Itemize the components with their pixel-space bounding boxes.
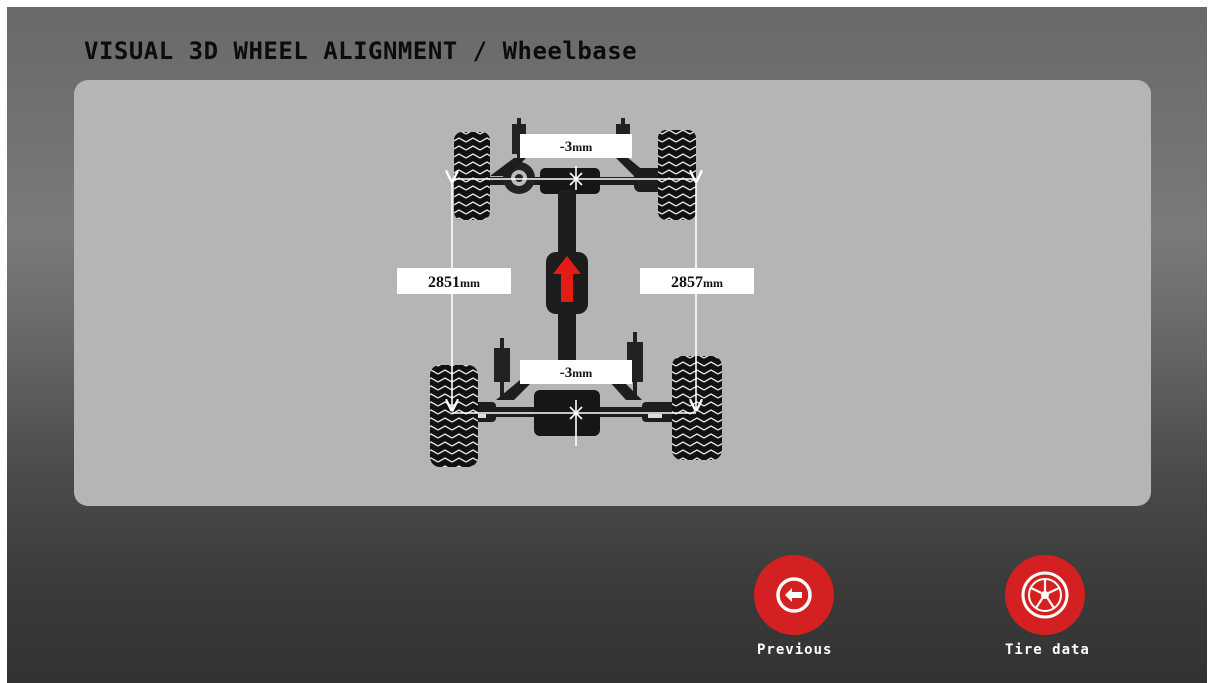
right-wheelbase-label: 2857mm: [640, 268, 754, 294]
page-title: VISUAL 3D WHEEL ALIGNMENT / Wheelbase: [84, 37, 638, 65]
svg-text:2851mm: 2851mm: [428, 274, 480, 291]
svg-text:2857mm: 2857mm: [671, 274, 723, 291]
front-offset-label: -3mm: [520, 134, 632, 158]
svg-text:-3mm: -3mm: [560, 139, 593, 155]
svg-text:-3mm: -3mm: [560, 365, 593, 381]
left-wheelbase-label: 2851mm: [397, 268, 511, 294]
alignment-screen: VISUAL 3D WHEEL ALIGNMENT / Wheelbase -3…: [7, 7, 1207, 683]
previous-label[interactable]: Previous: [757, 642, 832, 658]
wheel-rim-icon: [1021, 571, 1069, 619]
rear-left-spring: [494, 338, 510, 398]
front-right-tire: [658, 130, 696, 220]
tire-data-label[interactable]: Tire data: [1005, 642, 1090, 658]
rear-left-tire: [430, 365, 478, 467]
arrow-left-circle-icon: [776, 577, 812, 613]
tire-data-button[interactable]: [1005, 555, 1085, 635]
rear-right-tire: [672, 356, 722, 460]
wheelbase-panel: -3mm -3mm 2851mm 2857mm: [74, 80, 1151, 506]
chassis-diagram: -3mm -3mm 2851mm 2857mm: [397, 118, 754, 467]
rear-offset-label: -3mm: [520, 360, 632, 384]
front-left-tire: [454, 132, 490, 220]
previous-button[interactable]: [754, 555, 834, 635]
